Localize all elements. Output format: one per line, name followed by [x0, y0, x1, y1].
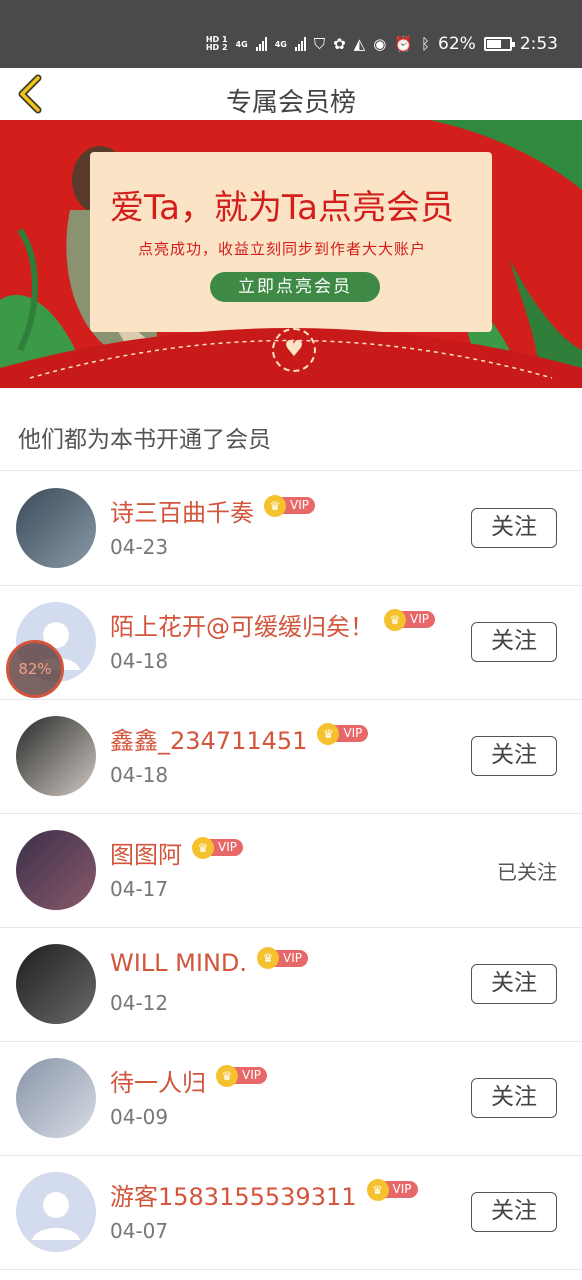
qq-icon: ◭ — [353, 35, 366, 53]
crown-icon: ♛ — [216, 1064, 238, 1087]
member-name[interactable]: 图图阿 — [110, 835, 182, 870]
member-name[interactable]: WILL MIND. — [110, 949, 247, 977]
vip-badge: ♛ VIP — [384, 608, 435, 631]
network-type-1: 4G — [235, 39, 248, 49]
follow-button[interactable]: 关注 — [471, 508, 557, 548]
member-name[interactable]: 鑫鑫_234711451 — [110, 721, 307, 756]
member-name-line: 图图阿 ♛ VIP — [110, 835, 243, 870]
light-up-vip-button[interactable]: 立即点亮会员 — [210, 272, 380, 302]
section-title: 他们都为本书开通了会员 — [18, 427, 271, 453]
page-title: 专属会员榜 — [225, 88, 356, 118]
vip-badge: ♛ VIP — [192, 836, 243, 859]
divider — [0, 1269, 582, 1270]
vip-badge: ♛ VIP — [366, 1178, 418, 1201]
follow-button[interactable]: 关注 — [471, 1192, 557, 1232]
battery-fill — [486, 40, 501, 48]
shield-icon: ⛉ — [313, 35, 326, 53]
member-name[interactable]: 陌上花开@可缓缓归矣！ — [110, 607, 374, 642]
eye-icon: ◉ — [373, 35, 387, 53]
status-icons: HD 1 HD 2 4G 4G ⛉ ✿ ◭ ◉ ⏰ ᛒ 62% 2:53 — [206, 30, 558, 58]
signal-icon-2 — [294, 37, 306, 51]
vip-badge: ♛ VIP — [317, 722, 369, 745]
member-name[interactable]: 待一人归 — [110, 1063, 206, 1098]
default-avatar-icon — [16, 1172, 96, 1252]
member-name-line: 鑫鑫_234711451 ♛ VIP — [110, 721, 369, 756]
crown-icon: ♛ — [384, 608, 406, 631]
network-type-2: 4G — [274, 39, 287, 49]
crown-icon: ♛ — [192, 836, 214, 859]
banner-subtitle: 点亮成功，收益立刻同步到作者大大账户 — [138, 240, 427, 258]
app-notification-icon: ✿ — [333, 35, 346, 53]
follow-button[interactable]: 关注 — [471, 736, 557, 776]
avatar[interactable] — [16, 830, 96, 910]
heart-icon: ♥ — [272, 328, 316, 372]
member-row[interactable]: 游客1583155539311 ♛ VIP 04-07 关注 — [0, 1155, 582, 1269]
vip-badge: ♛ VIP — [216, 1064, 267, 1087]
followed-status: 已关注 — [497, 860, 557, 884]
banner-headline: 爱Ta，就为Ta点亮会员 — [110, 188, 454, 228]
member-date: 04-23 — [110, 535, 169, 559]
vip-promo-banner[interactable]: 爱Ta，就为Ta点亮会员 点亮成功，收益立刻同步到作者大大账户 立即点亮会员 ♥ — [0, 120, 582, 388]
signal-icon-1 — [255, 37, 267, 51]
crown-icon: ♛ — [257, 947, 280, 969]
member-date: 04-17 — [110, 877, 169, 901]
vip-badge: ♛ VIP — [264, 494, 315, 517]
follow-button[interactable]: 关注 — [471, 1078, 557, 1118]
avatar[interactable] — [16, 1172, 96, 1252]
title-bar: 专属会员榜 — [0, 68, 582, 120]
member-name-line: 游客1583155539311 ♛ VIP — [110, 1177, 418, 1212]
member-date: 04-09 — [110, 1105, 169, 1129]
member-name-line: WILL MIND. ♛ VIP — [110, 947, 309, 977]
battery-icon — [483, 37, 515, 51]
status-bar: HD 1 HD 2 4G 4G ⛉ ✿ ◭ ◉ ⏰ ᛒ 62% 2:53 — [0, 0, 582, 68]
member-date: 04-18 — [110, 763, 169, 787]
crown-icon: ♛ — [317, 722, 340, 745]
member-row[interactable]: WILL MIND. ♛ VIP 04-12 关注 — [0, 927, 582, 1041]
clock: 2:53 — [519, 34, 558, 54]
member-date: 04-12 — [110, 991, 169, 1015]
member-name-line: 陌上花开@可缓缓归矣！ ♛ VIP — [110, 607, 435, 642]
hd-indicator: HD 1 HD 2 — [205, 35, 228, 52]
follow-button[interactable]: 关注 — [471, 964, 557, 1004]
battery-percent: 62% — [438, 34, 476, 54]
bluetooth-icon: ᛒ — [421, 35, 431, 53]
avatar[interactable] — [16, 1058, 96, 1138]
crown-icon: ♛ — [366, 1178, 389, 1201]
member-name-line: 待一人归 ♛ VIP — [110, 1063, 267, 1098]
avatar[interactable] — [16, 944, 96, 1024]
vip-badge: ♛ VIP — [257, 947, 309, 969]
member-row[interactable]: 陌上花开@可缓缓归矣！ ♛ VIP 04-18 关注 — [0, 585, 582, 699]
floating-progress-widget[interactable]: 82% — [6, 640, 64, 698]
member-name[interactable]: 诗三百曲千奏 — [110, 493, 254, 528]
crown-icon: ♛ — [264, 494, 286, 517]
alarm-icon: ⏰ — [394, 35, 413, 53]
member-row[interactable]: 图图阿 ♛ VIP 04-17 已关注 — [0, 813, 582, 927]
member-row[interactable]: 待一人归 ♛ VIP 04-09 关注 — [0, 1041, 582, 1155]
member-date: 04-18 — [110, 649, 169, 673]
member-name-line: 诗三百曲千奏 ♛ VIP — [110, 493, 315, 528]
follow-button[interactable]: 关注 — [471, 622, 557, 662]
member-row[interactable]: 鑫鑫_234711451 ♛ VIP 04-18 关注 — [0, 699, 582, 813]
avatar[interactable] — [16, 488, 96, 568]
member-date: 04-07 — [110, 1219, 169, 1243]
member-row[interactable]: 诗三百曲千奏 ♛ VIP 04-23 关注 — [0, 471, 582, 585]
member-name[interactable]: 游客1583155539311 — [110, 1177, 357, 1212]
avatar[interactable] — [16, 716, 96, 796]
